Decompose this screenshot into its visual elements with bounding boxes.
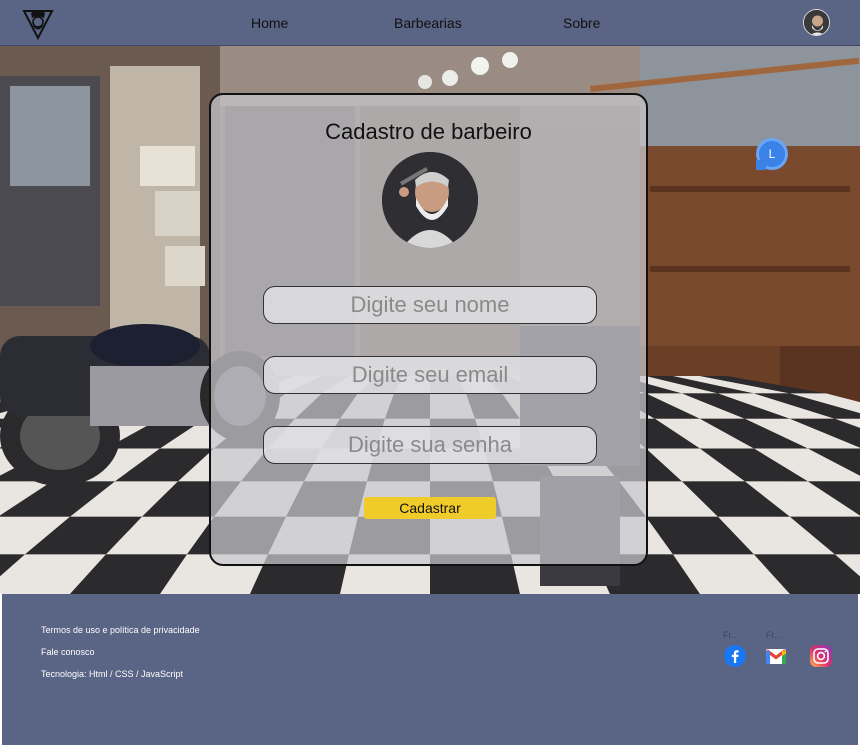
nav-home-link[interactable]: Home bbox=[251, 15, 288, 31]
terms-link[interactable]: Termos de uso e política de privacidade bbox=[41, 625, 200, 635]
nav-sobre-link[interactable]: Sobre bbox=[563, 15, 600, 31]
top-navbar: Home Barbearias Sobre bbox=[0, 0, 860, 46]
tech-info: Tecnologia: Html / CSS / JavaScript bbox=[41, 669, 184, 679]
social-label: Fr... bbox=[723, 630, 739, 640]
user-avatar[interactable] bbox=[803, 9, 830, 36]
barber-logo-icon[interactable] bbox=[20, 5, 56, 41]
password-input[interactable] bbox=[263, 426, 597, 464]
facebook-icon[interactable] bbox=[724, 645, 746, 667]
cadastrar-button[interactable]: Cadastrar bbox=[364, 497, 496, 519]
form-title: Cadastro de barbeiro bbox=[325, 119, 532, 144]
email-input[interactable] bbox=[263, 356, 597, 394]
barber-signup-card: Cadastro de barbeiro Cadastrar bbox=[209, 93, 648, 566]
social-label: Fr... bbox=[766, 630, 782, 640]
contact-link[interactable]: Fale conosco bbox=[41, 647, 95, 657]
nav-barbearias-link[interactable]: Barbearias bbox=[394, 15, 462, 31]
instagram-icon[interactable] bbox=[810, 645, 832, 667]
chat-bubble-button[interactable]: L bbox=[756, 138, 788, 170]
name-input[interactable] bbox=[263, 286, 597, 324]
gmail-icon[interactable] bbox=[765, 645, 787, 667]
profile-photo[interactable] bbox=[382, 152, 478, 248]
footer: Termos de uso e política de privacidade … bbox=[2, 594, 858, 745]
